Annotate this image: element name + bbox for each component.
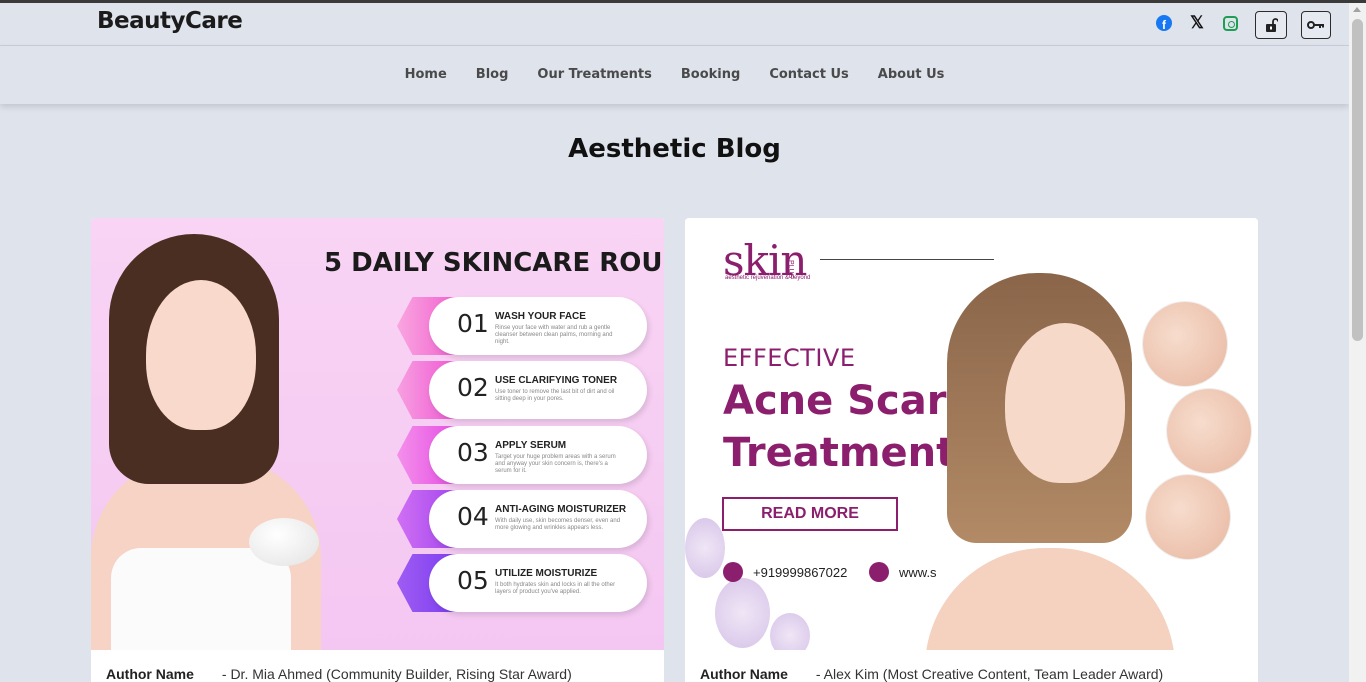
skin-closeup — [1167, 389, 1251, 473]
step-number: 04 — [457, 502, 489, 531]
nav-about-us[interactable]: About Us — [878, 67, 945, 82]
cream-jar — [249, 518, 319, 566]
step-number: 02 — [457, 373, 489, 402]
phone-contact: +919999867022 — [723, 562, 847, 582]
step-title: APPLY SERUM — [495, 440, 567, 451]
scroll-thumb[interactable] — [1352, 19, 1363, 341]
blog-card-author: Author Name - Alex Kim (Most Creative Co… — [700, 666, 1245, 682]
top-bar: BeautyCare f 𝕏 — [0, 3, 1349, 46]
step-number: 03 — [457, 438, 489, 467]
logo-subtitle: aesthetic rejuvenation & beyond — [725, 275, 811, 281]
step-item: 01 WASH YOUR FACE Rinse your face with w… — [397, 297, 647, 355]
nav-blog[interactable]: Blog — [476, 67, 509, 82]
unlock-icon — [1266, 18, 1278, 32]
blog-card[interactable]: skin aesthetic rejuvenation & beyond PLU… — [685, 218, 1258, 682]
nav-menu: Home Blog Our Treatments Booking Contact… — [0, 67, 1349, 82]
step-desc: It both hydrates skin and locks in all t… — [495, 582, 616, 595]
step-item: 05 UTILIZE MOISTURIZE It both hydrates s… — [397, 554, 647, 612]
image-headline: 5 DAILY SKINCARE ROU — [324, 248, 663, 278]
step-item: 02 USE CLARIFYING TONER Use toner to rem… — [397, 361, 647, 419]
instagram-icon[interactable] — [1221, 14, 1239, 32]
step-desc: With daily use, skin becomes denser, eve… — [495, 518, 621, 531]
skin-closeup — [1146, 475, 1230, 559]
brand-logo[interactable]: BeautyCare — [97, 8, 243, 34]
login-button[interactable] — [1255, 11, 1287, 39]
blog-card-image[interactable]: 5 DAILY SKINCARE ROU 01 WASH YOUR FACE R… — [91, 218, 664, 650]
woman-illustration — [925, 548, 1175, 650]
step-desc: Target your huge problem areas with a se… — [495, 454, 616, 474]
nav-home[interactable]: Home — [405, 67, 447, 82]
phone-number: +919999867022 — [753, 564, 848, 580]
main-navbar: Home Blog Our Treatments Booking Contact… — [0, 46, 1349, 104]
page-scrollbar[interactable] — [1349, 3, 1366, 682]
x-icon[interactable]: 𝕏 — [1188, 13, 1206, 32]
facebook-icon[interactable]: f — [1155, 14, 1173, 32]
step-title: UTILIZE MOISTURIZE — [495, 568, 598, 579]
flower-decoration — [715, 578, 770, 648]
woman-top — [111, 548, 291, 650]
step-title: USE CLARIFYING TONER — [495, 375, 618, 386]
web-address: www.s — [899, 564, 937, 580]
logo-plus: PLUS — [787, 260, 794, 279]
blog-card[interactable]: 5 DAILY SKINCARE ROU 01 WASH YOUR FACE R… — [91, 218, 664, 682]
step-title: WASH YOUR FACE — [495, 311, 586, 322]
flower-decoration — [770, 613, 810, 650]
author-label: Author Name — [700, 666, 788, 682]
blog-card-image[interactable]: skin aesthetic rejuvenation & beyond PLU… — [685, 218, 1258, 650]
globe-icon — [869, 562, 889, 582]
nav-contact-us[interactable]: Contact Us — [769, 67, 848, 82]
step-title: ANTI-AGING MOISTURIZER — [495, 504, 627, 515]
woman-face — [1005, 323, 1125, 483]
flower-decoration — [685, 518, 725, 578]
key-icon — [1307, 21, 1324, 29]
image-line1: Acne Scar — [723, 378, 947, 424]
phone-icon — [723, 562, 743, 582]
image-line2: Treatment — [723, 430, 956, 476]
step-number: 01 — [457, 309, 489, 338]
author-value: - Alex Kim (Most Creative Content, Team … — [815, 666, 1164, 682]
step-item: 04 ANTI-AGING MOISTURIZER With daily use… — [397, 490, 647, 548]
image-effective: EFFECTIVE — [723, 344, 856, 372]
step-desc: Rinse your face with water and rub a gen… — [495, 325, 613, 345]
read-more-button[interactable]: READ MORE — [722, 497, 898, 531]
divider-line — [820, 259, 994, 260]
nav-our-treatments[interactable]: Our Treatments — [537, 67, 651, 82]
author-value: - Dr. Mia Ahmed (Community Builder, Risi… — [221, 666, 572, 682]
step-desc: Use toner to remove the last bit of dirt… — [495, 389, 615, 402]
page-title: Aesthetic Blog — [568, 134, 781, 164]
author-label: Author Name — [106, 666, 194, 682]
step-number: 05 — [457, 566, 489, 595]
skin-closeup — [1143, 302, 1227, 386]
scroll-up-arrow[interactable] — [1353, 7, 1361, 12]
woman-face — [146, 280, 256, 430]
register-button[interactable] — [1301, 11, 1331, 39]
nav-booking[interactable]: Booking — [681, 67, 740, 82]
blog-card-author: Author Name - Dr. Mia Ahmed (Community B… — [106, 666, 651, 682]
web-contact: www.s — [869, 562, 937, 582]
step-item: 03 APPLY SERUM Target your huge problem … — [397, 426, 647, 484]
